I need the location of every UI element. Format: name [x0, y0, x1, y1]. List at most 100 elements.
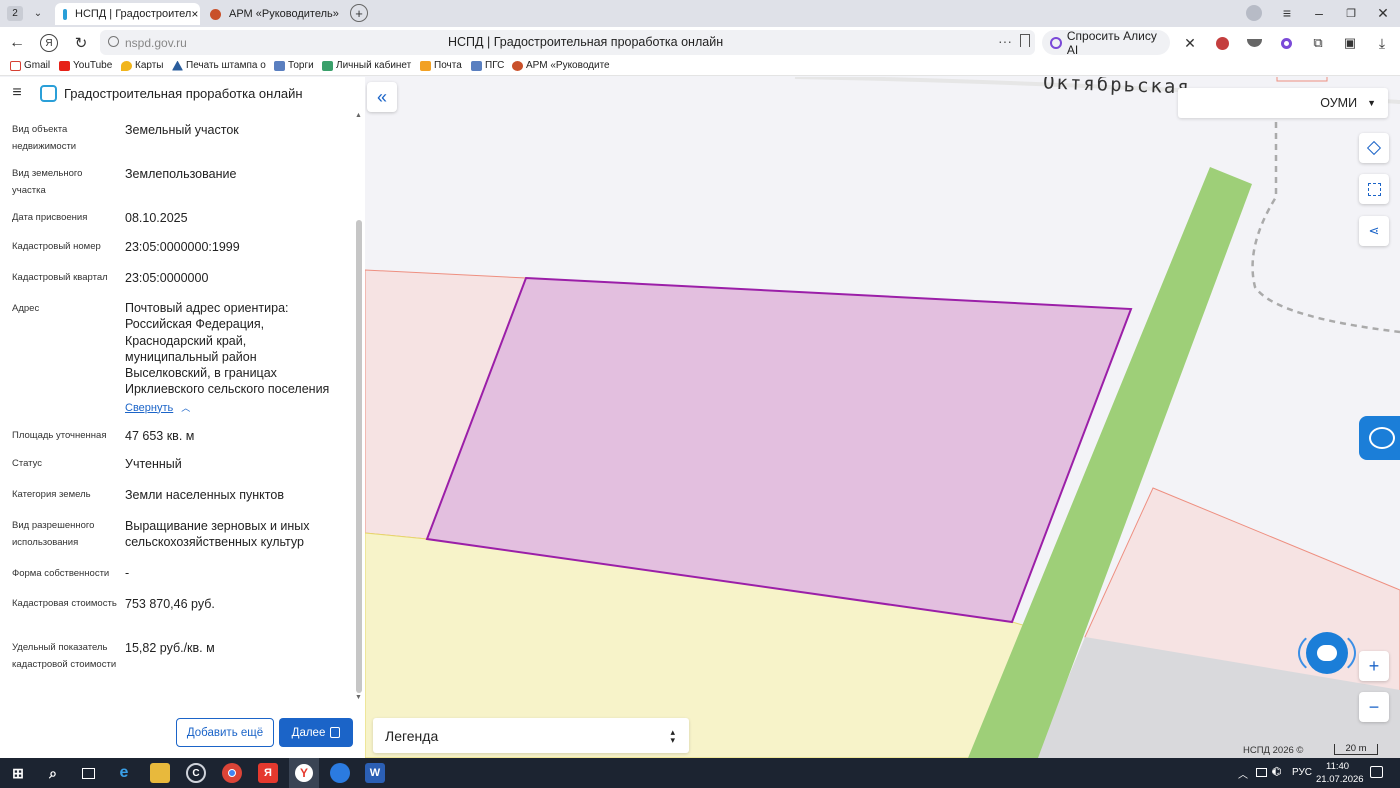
property-label: Удельный показатель кадастровой стоимост… [12, 642, 117, 670]
extension-icon-3[interactable] [1245, 36, 1263, 50]
hamburger-menu-icon[interactable]: ≡ [8, 84, 26, 101]
tray-icon-monitor[interactable] [1256, 768, 1267, 777]
tab-title: АРМ «Руководитель» [229, 8, 339, 20]
menu-icon[interactable]: ≡ [1278, 4, 1296, 22]
property-label: Форма собственности [12, 568, 110, 579]
share-button[interactable]: ⋖ [1359, 216, 1389, 246]
bookmark-gmail[interactable]: Gmail [10, 60, 50, 71]
reload-icon[interactable]: ↻ [72, 34, 90, 52]
property-label: Вид объекта недвижимости [12, 124, 77, 152]
scroll-up-arrow[interactable]: ▲ [355, 112, 362, 119]
zoom-in-button[interactable]: + [1359, 651, 1389, 681]
cabinet-icon [322, 60, 333, 71]
downloads-icon[interactable]: ⤓ [1373, 34, 1391, 52]
bookmark-icon[interactable] [1020, 34, 1030, 47]
collections-icon[interactable]: ▣ [1341, 34, 1359, 52]
collapse-panel-button[interactable]: « [367, 82, 397, 112]
puzzle-icon[interactable]: ⧉ [1309, 34, 1327, 52]
explorer-icon[interactable] [150, 763, 170, 783]
app-logo-icon [40, 85, 57, 102]
extension-icon-1[interactable]: ✕ [1181, 34, 1199, 52]
updown-chevron-icon: ▴ ▾ [670, 726, 675, 745]
alice-button[interactable]: Спросить Алису AI [1042, 28, 1170, 57]
feedback-icon [1369, 427, 1395, 449]
chrome-icon[interactable] [222, 763, 242, 783]
map-canvas[interactable] [365, 77, 1400, 758]
next-button[interactable]: Далее [279, 718, 353, 747]
property-label: Вид земельного участка [12, 168, 83, 196]
zoom-out-button[interactable]: − [1359, 692, 1389, 722]
volume-icon[interactable]: 🔈︎ [1272, 764, 1279, 779]
more-icon[interactable]: ··· [998, 33, 1012, 49]
extension-icon-4[interactable] [1277, 34, 1295, 52]
scroll-down-arrow[interactable]: ▼ [355, 694, 362, 701]
bookmark-torgi[interactable]: Торги [274, 60, 314, 71]
clock-time[interactable]: 11:40 [1326, 761, 1349, 772]
restore-icon[interactable]: ❐ [1342, 4, 1360, 22]
bookmark-stamp[interactable]: Печать штампа о [172, 60, 266, 71]
tab-count-badge[interactable]: 2 [7, 6, 23, 21]
select-area-button[interactable] [1359, 174, 1389, 204]
url-field[interactable]: nspd.gov.ru НСПД | Градостроительная про… [100, 30, 1035, 55]
property-value: 08.10.2025 [125, 211, 188, 225]
bookmark-mail[interactable]: Почта [420, 60, 462, 71]
yandex-browser-icon[interactable]: Y [289, 758, 319, 788]
map-view[interactable]: Октябрьская « ОУМИ ▼ ⋖ + − Легенда ▴ ▾ НС… [365, 77, 1400, 758]
yandex-icon[interactable]: Я [40, 34, 58, 52]
bookmark-arm[interactable]: АРМ «Руководите [512, 60, 610, 71]
word-icon[interactable]: W [365, 763, 385, 783]
property-label: Площадь уточненная [12, 430, 107, 441]
tab-title: НСПД | Градостроител [75, 8, 192, 20]
back-icon[interactable]: ← [8, 34, 26, 52]
arm-icon [512, 60, 523, 71]
page-title-text: НСПД | Градостроительная проработка онла… [448, 35, 724, 49]
property-label: Вид разрешенного использования [12, 520, 95, 548]
add-more-button[interactable]: Добавить ещё [176, 718, 274, 747]
layers-button[interactable] [1359, 133, 1389, 163]
tab-nspd[interactable]: НСПД | Градостроител × [55, 3, 200, 25]
yandex-app-icon[interactable]: Я [258, 763, 278, 783]
feedback-button[interactable] [1359, 416, 1400, 460]
property-value: - [125, 566, 130, 580]
property-value: Учтенный [125, 457, 182, 471]
chat-button[interactable] [1296, 629, 1358, 677]
clock-date[interactable]: 21.07.2026 [1316, 774, 1364, 785]
document-icon [330, 727, 341, 738]
browser-c-icon[interactable]: C [186, 763, 206, 783]
bookmark-pgs[interactable]: ПГС [471, 60, 504, 71]
bookmark-cabinet[interactable]: Личный кабинет [322, 60, 411, 71]
close-window-icon[interactable]: ✕ [1374, 4, 1392, 22]
app-title: Градостроительная проработка онлайн [64, 86, 303, 101]
tab-close-icon[interactable]: × [191, 7, 198, 21]
layers-icon [1366, 140, 1382, 156]
property-label: Дата присвоения [12, 212, 88, 223]
bookmark-youtube[interactable]: YouTube [59, 60, 112, 71]
alice-label: Спросить Алису AI [1066, 28, 1157, 57]
panel-scrollbar-thumb[interactable] [356, 220, 362, 693]
task-view-icon[interactable] [78, 763, 98, 783]
tray-chevron-icon[interactable]: ︿ [1238, 766, 1248, 781]
language-indicator[interactable]: РУС [1292, 767, 1312, 778]
start-icon[interactable]: ⊞ [8, 763, 28, 783]
tab-arm[interactable]: АРМ «Руководитель» [202, 3, 347, 25]
bookmark-maps[interactable]: Карты [121, 60, 164, 71]
tab-list-chevron-icon[interactable]: ⌄ [30, 5, 46, 21]
new-tab-icon[interactable]: + [350, 4, 368, 22]
extension-icon-2[interactable] [1213, 34, 1231, 52]
legend-select[interactable]: Легенда ▴ ▾ [373, 718, 689, 753]
notifications-icon[interactable] [1370, 766, 1383, 778]
profile-icon[interactable] [1246, 5, 1262, 21]
minimize-icon[interactable]: – [1310, 4, 1328, 22]
address-value: Почтовый адрес ориентира: Российская Фед… [125, 301, 330, 397]
collapse-link[interactable]: Свернуть ︿ [125, 401, 190, 414]
messenger-icon[interactable] [330, 763, 350, 783]
ie-icon[interactable]: e [114, 763, 134, 783]
property-value: 47 653 кв. м [125, 429, 195, 443]
property-label: Статус [12, 458, 43, 469]
layer-select[interactable]: ОУМИ ▼ [1178, 88, 1388, 118]
search-icon[interactable]: ⌕ [43, 763, 63, 783]
share-icon: ⋖ [1368, 223, 1380, 238]
youtube-icon [59, 60, 70, 71]
map-pin-icon [121, 60, 132, 71]
nspd-favicon-icon [63, 8, 67, 20]
